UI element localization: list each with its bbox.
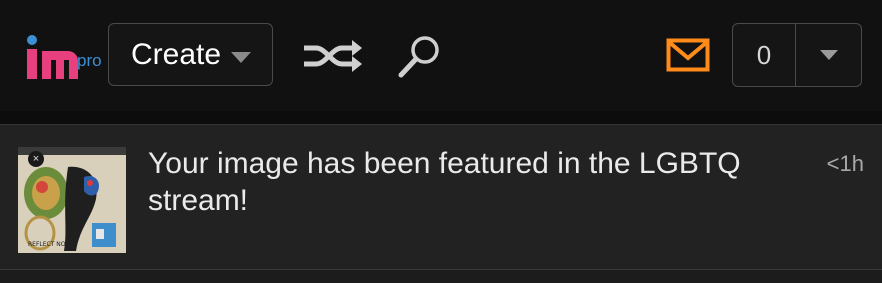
svg-text:REFLECT NO U: REFLECT NO U — [28, 241, 72, 248]
close-icon[interactable]: × — [28, 151, 44, 167]
imgflip-logo[interactable]: pro — [24, 26, 102, 84]
top-bar: pro Create 0 — [0, 0, 882, 111]
notification-time: <1h — [826, 151, 864, 176]
notification-dropdown-button[interactable] — [796, 24, 861, 86]
search-icon[interactable] — [395, 33, 443, 81]
notification-item[interactable]: REFLECT NO U × Your image has been featu… — [0, 124, 882, 270]
mail-icon[interactable] — [666, 38, 710, 72]
notification-count[interactable]: 0 — [733, 24, 796, 86]
notification-counter: 0 — [732, 23, 862, 87]
chevron-down-icon — [231, 52, 252, 63]
notification-thumbnail[interactable]: REFLECT NO U × — [18, 147, 126, 253]
next-notification-area — [0, 270, 882, 283]
shuffle-icon[interactable] — [300, 36, 364, 76]
logo-pro-badge: pro — [77, 51, 102, 70]
create-button[interactable]: Create — [108, 23, 273, 86]
chevron-down-icon — [819, 50, 838, 60]
create-label: Create — [131, 37, 222, 71]
notification-message[interactable]: Your image has been featured in the LGBT… — [148, 145, 788, 219]
